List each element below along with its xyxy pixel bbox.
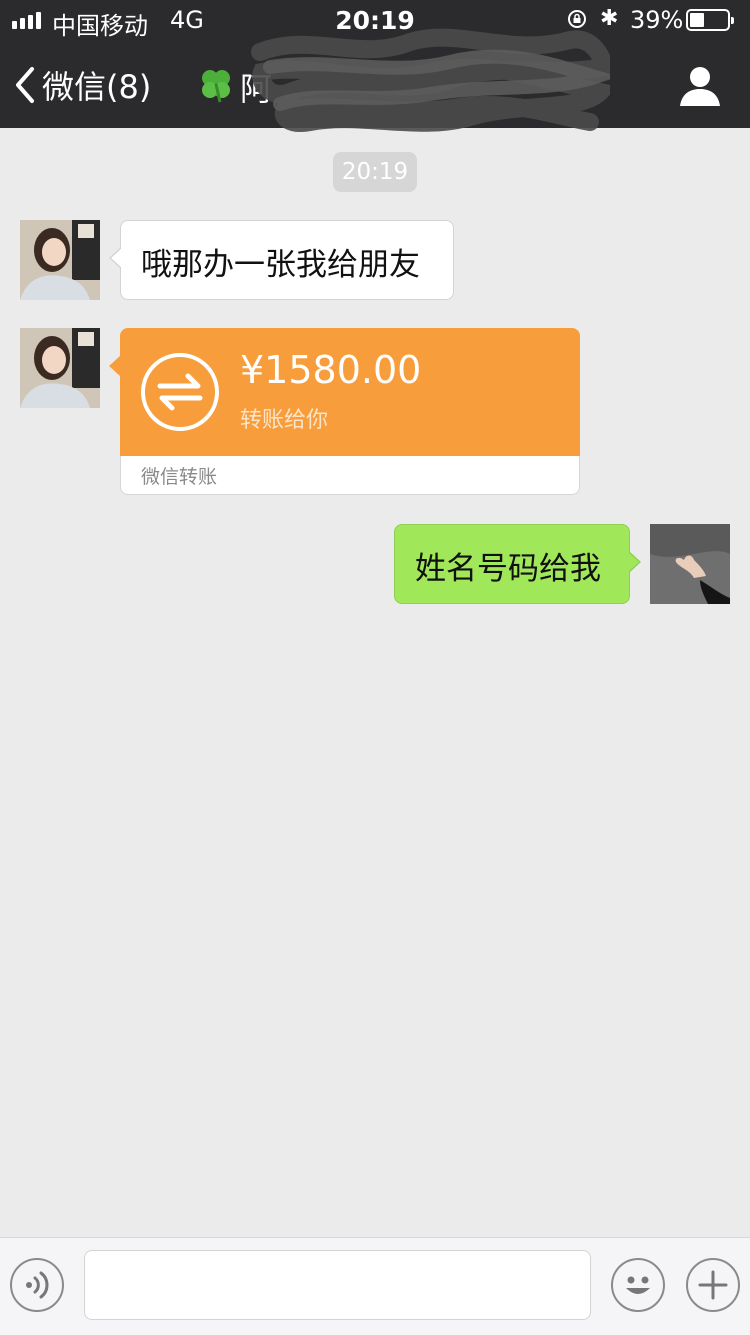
voice-icon (26, 1271, 49, 1299)
contact-avatar[interactable] (20, 220, 100, 300)
transfer-card-footer: 微信转账 (120, 456, 580, 495)
clover-icon (202, 70, 230, 103)
plus-icon (698, 1270, 728, 1300)
message-text: 姓名号码给我 (415, 551, 601, 587)
back-button[interactable]: 微信(8) (14, 60, 151, 110)
transfer-amount: ¥1580.00 (240, 348, 422, 392)
add-button[interactable] (686, 1258, 740, 1312)
contact-avatar[interactable] (20, 328, 100, 408)
my-avatar[interactable] (650, 524, 730, 604)
emoji-button[interactable] (611, 1258, 665, 1312)
message-input[interactable] (84, 1250, 591, 1320)
outgoing-message-bubble[interactable]: 姓名号码给我 (394, 524, 641, 604)
transfer-message-card[interactable]: ¥1580.00 转账给你 微信转账 (109, 328, 580, 495)
back-label: 微信(8) (42, 68, 152, 106)
message-text: 哦那办一张我给朋友 (141, 247, 420, 283)
chevron-left-icon (16, 67, 34, 103)
input-bar (0, 1237, 750, 1335)
message-timestamp: 20:19 (333, 152, 417, 192)
battery-icon (686, 9, 734, 31)
voice-button[interactable] (10, 1258, 64, 1312)
emoji-icon (626, 1276, 650, 1294)
transfer-arrows-icon (141, 353, 219, 431)
transfer-note: 转账给你 (240, 408, 329, 433)
person-icon[interactable] (678, 64, 722, 108)
incoming-message-bubble[interactable]: 哦那办一张我给朋友 (109, 220, 454, 300)
redaction-scribble (251, 28, 610, 132)
transfer-card-body: ¥1580.00 转账给你 (109, 328, 580, 456)
battery-percent: 39% (630, 6, 684, 34)
transfer-brand-label: 微信转账 (141, 466, 218, 488)
